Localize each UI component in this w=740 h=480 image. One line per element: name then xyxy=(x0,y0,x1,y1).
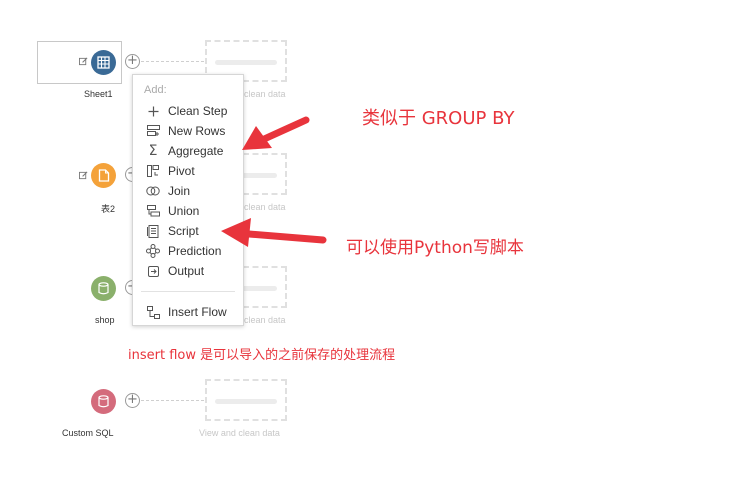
ghost-step-label: clean data xyxy=(244,315,286,325)
ghost-step-label: clean data xyxy=(244,89,286,99)
menu-item-aggregate[interactable]: Σ Aggregate xyxy=(133,142,243,160)
insert-flow-icon xyxy=(146,305,160,319)
menu-item-label: Pivot xyxy=(168,164,195,178)
menu-item-clean-step[interactable]: Clean Step xyxy=(133,102,243,120)
edit-icon[interactable] xyxy=(79,57,88,66)
menu-item-label: Join xyxy=(168,184,191,198)
menu-item-label: New Rows xyxy=(168,124,226,138)
connector-line xyxy=(141,61,204,62)
menu-item-label: Script xyxy=(168,224,199,238)
ghost-step-placeholder[interactable] xyxy=(205,379,287,421)
script-icon xyxy=(146,224,160,238)
node-label-custom-sql: Custom SQL xyxy=(62,428,114,438)
file-icon[interactable] xyxy=(91,163,116,188)
pivot-icon xyxy=(146,164,160,178)
custom-sql-icon[interactable] xyxy=(91,389,116,414)
menu-item-new-rows[interactable]: New Rows xyxy=(133,122,243,140)
join-icon xyxy=(146,184,160,198)
menu-item-label: Union xyxy=(168,204,200,218)
output-icon xyxy=(146,264,160,278)
menu-item-label: Insert Flow xyxy=(168,305,227,319)
annotation-arrow-aggregate xyxy=(242,116,310,150)
menu-item-output[interactable]: Output xyxy=(133,262,243,280)
menu-item-label: Prediction xyxy=(168,244,222,258)
database-icon[interactable] xyxy=(91,276,116,301)
plus-icon xyxy=(146,104,160,118)
ghost-step-label: clean data xyxy=(244,202,286,212)
prediction-icon xyxy=(146,244,160,258)
sigma-icon: Σ xyxy=(148,143,158,159)
new-rows-icon xyxy=(146,124,160,138)
menu-header: Add: xyxy=(144,84,167,96)
add-step-button[interactable]: + xyxy=(125,393,140,408)
menu-item-label: Aggregate xyxy=(168,144,224,158)
node-label-shop: shop xyxy=(95,315,115,325)
menu-item-join[interactable]: Join xyxy=(133,182,243,200)
connector-line xyxy=(141,400,204,401)
menu-separator xyxy=(141,291,235,292)
ghost-step-label: View and clean data xyxy=(199,428,280,438)
annotation-arrow-script xyxy=(221,218,327,247)
sheet-icon[interactable] xyxy=(91,50,116,75)
menu-item-insert-flow[interactable]: Insert Flow xyxy=(133,303,243,321)
node-label-table2: 表2 xyxy=(101,204,116,214)
annotation-group-by: 类似于 GROUP BY xyxy=(362,108,515,129)
union-icon xyxy=(146,204,160,218)
annotation-insert-flow: insert flow 是可以导入的之前保存的处理流程 xyxy=(128,348,396,363)
annotation-script: 可以使用Python写脚本 xyxy=(346,238,524,258)
menu-item-pivot[interactable]: Pivot xyxy=(133,162,243,180)
menu-item-label: Output xyxy=(168,264,205,278)
add-step-menu: Add: Clean Step New Rows Σ Aggregate Piv… xyxy=(132,74,244,326)
node-label-sheet1: Sheet1 xyxy=(84,89,113,99)
menu-item-label: Clean Step xyxy=(168,104,228,118)
add-step-button[interactable]: + xyxy=(125,54,140,69)
edit-icon[interactable] xyxy=(79,171,88,180)
